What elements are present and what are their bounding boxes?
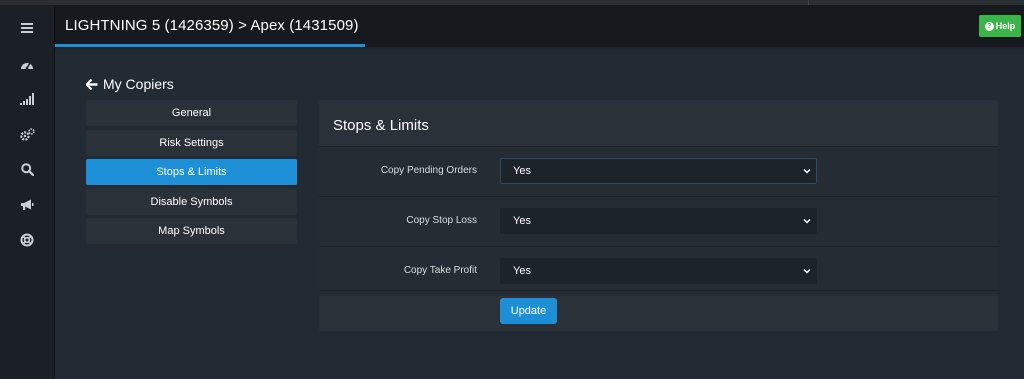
megaphone-icon[interactable] <box>17 195 37 215</box>
field-label: Copy Pending Orders <box>380 165 477 176</box>
nav-item-label: Risk Settings <box>159 137 224 149</box>
sidebar <box>0 5 55 379</box>
chevron-down-icon <box>803 268 811 274</box>
chevron-down-icon <box>803 218 811 224</box>
question-icon: ? <box>984 21 994 31</box>
nav-item-risk-settings[interactable]: Risk Settings <box>86 130 297 156</box>
arrow-left-icon <box>86 78 98 90</box>
help-label: Help <box>995 21 1016 31</box>
select-value: Yes <box>513 215 531 227</box>
select-value: Yes <box>513 165 531 177</box>
nav-item-disable-symbols[interactable]: Disable Symbols <box>86 189 297 215</box>
nav-item-label: General <box>171 107 212 119</box>
field-label: Copy Stop Loss <box>406 215 477 226</box>
signal-bars-icon[interactable] <box>17 89 37 109</box>
copy-stop-loss-select[interactable]: Yes <box>500 208 817 234</box>
update-button[interactable]: Update <box>500 298 557 324</box>
panel-title: Stops & Limits <box>333 117 429 134</box>
settings-panel: Stops & Limits Copy Pending Orders Yes C… <box>319 100 998 331</box>
search-icon[interactable] <box>17 159 37 179</box>
nav-item-label: Stops & Limits <box>156 166 227 178</box>
copy-pending-orders-select[interactable]: Yes <box>500 158 817 184</box>
lifebuoy-icon[interactable] <box>17 230 37 250</box>
gears-icon[interactable] <box>17 124 37 144</box>
field-row-copy-stop-loss: Copy Stop Loss Yes <box>319 197 998 246</box>
field-row-copy-pending-orders: Copy Pending Orders Yes <box>319 147 998 196</box>
nav-item-stops-limits[interactable]: Stops & Limits <box>86 159 297 185</box>
dashboard-icon[interactable] <box>17 54 37 74</box>
nav-item-general[interactable]: General <box>86 100 297 126</box>
select-value: Yes <box>513 265 531 277</box>
panel-divider <box>319 290 998 291</box>
menu-icon[interactable] <box>17 18 37 38</box>
header-shadow <box>55 47 1024 50</box>
help-button[interactable]: ? Help <box>979 15 1021 37</box>
field-label: Copy Take Profit <box>403 265 477 276</box>
header: LIGHTNING 5 (1426359) > Apex (1431509) ?… <box>55 5 1024 47</box>
nav-item-map-symbols[interactable]: Map Symbols <box>86 218 297 244</box>
nav-item-label: Disable Symbols <box>150 196 233 208</box>
page-title: LIGHTNING 5 (1426359) > Apex (1431509) <box>65 17 359 34</box>
nav-item-label: Map Symbols <box>158 225 225 237</box>
copy-take-profit-select[interactable]: Yes <box>500 258 817 284</box>
back-link-label: My Copiers <box>103 76 174 92</box>
field-row-copy-take-profit: Copy Take Profit Yes <box>319 247 998 296</box>
back-link-my-copiers[interactable]: My Copiers <box>86 76 174 92</box>
chevron-down-icon <box>803 168 811 174</box>
